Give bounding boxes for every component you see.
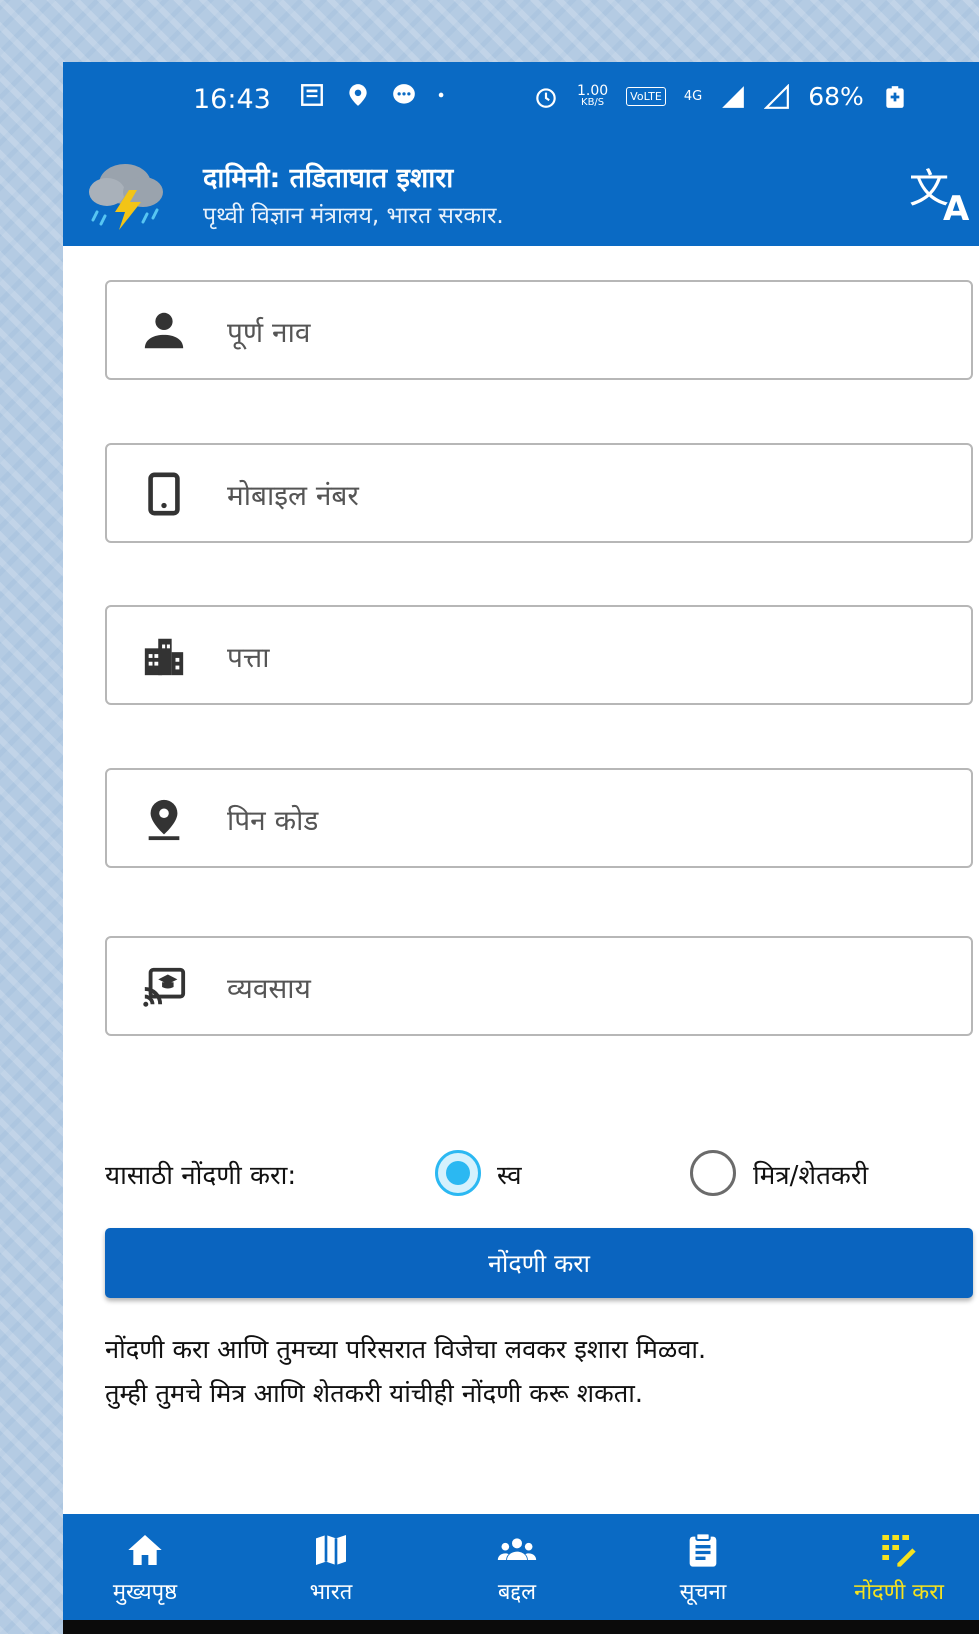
swiggy-icon (349, 84, 367, 106)
news-icon (301, 84, 323, 106)
nav-register-label: नोंदणी करा (854, 1580, 944, 1605)
nav-notifications[interactable]: सूचना (633, 1514, 773, 1620)
info-text: नोंदणी करा आणि तुमच्या परिसरात विजेचा लव… (105, 1328, 975, 1416)
nav-home[interactable]: मुख्यपृष्ठ (75, 1514, 215, 1620)
status-time: 16:43 (193, 84, 271, 115)
radio-self[interactable] (435, 1150, 481, 1196)
register-for-row: यासाठी नोंदणी करा: स्व मित्र/शेतकरी (105, 1142, 973, 1202)
nav-home-label: मुख्यपृष्ठ (112, 1580, 178, 1605)
radio-friend-farmer-label[interactable]: मित्र/शेतकरी (753, 1156, 868, 1192)
system-indicators: 1.00 KB/S VoLTE 4G 68% (533, 82, 908, 111)
occupation-field[interactable] (105, 936, 973, 1036)
network-type: 4G (683, 89, 703, 104)
storm-cloud-lightning-icon (89, 164, 163, 230)
address-input[interactable] (227, 629, 927, 685)
network-speed: 1.00 KB/S (577, 82, 609, 108)
full-name-field[interactable] (105, 280, 973, 380)
alarm-icon (536, 87, 556, 108)
battery-level: 68% (808, 82, 864, 111)
radio-friend-farmer[interactable] (690, 1150, 736, 1196)
svg-text:A: A (943, 189, 970, 224)
app-title: दामिनी: तडिताघात इशारा (203, 163, 454, 194)
occupation-icon (143, 967, 186, 1007)
app-subtitle: पृथ्वी विज्ञान मंत्रालय, भारत सरकार. (203, 203, 504, 229)
register-button[interactable]: नोंदणी करा (105, 1228, 973, 1298)
clipboard-icon (689, 1532, 717, 1567)
map-icon (316, 1535, 346, 1565)
translate-icon[interactable]: 文 A (903, 158, 979, 224)
radio-self-label[interactable]: स्व (497, 1156, 522, 1192)
nav-india[interactable]: भारत (261, 1514, 401, 1620)
radio-selected-dot (446, 1161, 470, 1185)
nav-register[interactable]: नोंदणी करा (829, 1514, 969, 1620)
bottom-navigation: मुख्यपृष्ठ भारत बद्दल सूचना नोंदणी करा (63, 1514, 979, 1620)
info-line: तुम्ही तुमचे मित्र आणि शेतकरी यांचीही नो… (105, 1379, 643, 1409)
signal-icon (722, 85, 745, 108)
pin-code-input[interactable] (227, 792, 927, 848)
occupation-input[interactable] (227, 960, 927, 1016)
nav-notifications-label: सूचना (679, 1580, 727, 1605)
address-field[interactable] (105, 605, 973, 705)
app-screen: 16:43 1.00 KB/S VoLTE 4G 68% दामिनी: तडि… (63, 62, 979, 1634)
nav-india-label: भारत (309, 1580, 353, 1605)
building-icon (144, 638, 184, 676)
notification-icons (299, 82, 451, 108)
home-icon (128, 1535, 162, 1565)
signal-icon-2 (764, 83, 790, 109)
person-icon (144, 312, 184, 349)
mobile-number-field[interactable] (105, 443, 973, 543)
group-icon (497, 1538, 537, 1560)
nav-about-label: बद्दल (497, 1580, 537, 1605)
battery-icon (886, 85, 904, 108)
pin-code-field[interactable] (105, 768, 973, 868)
mobile-phone-icon (148, 472, 180, 516)
mobile-number-input[interactable] (227, 467, 927, 523)
volte-badge: VoLTE (626, 87, 666, 106)
register-icon (882, 1535, 916, 1567)
status-bar: 16:43 1.00 KB/S VoLTE 4G 68% (63, 62, 979, 136)
dot-icon (438, 92, 444, 98)
nav-about[interactable]: बद्दल (447, 1514, 587, 1620)
chat-bubble-icon (393, 84, 415, 104)
location-pin-icon (148, 799, 180, 841)
full-name-input[interactable] (227, 304, 927, 360)
register-for-label: यासाठी नोंदणी करा: (105, 1161, 297, 1191)
app-header: दामिनी: तडिताघात इशारा पृथ्वी विज्ञान मं… (63, 136, 979, 246)
info-line: नोंदणी करा आणि तुमच्या परिसरात विजेचा लव… (105, 1335, 707, 1365)
system-nav-strip (63, 1620, 979, 1634)
